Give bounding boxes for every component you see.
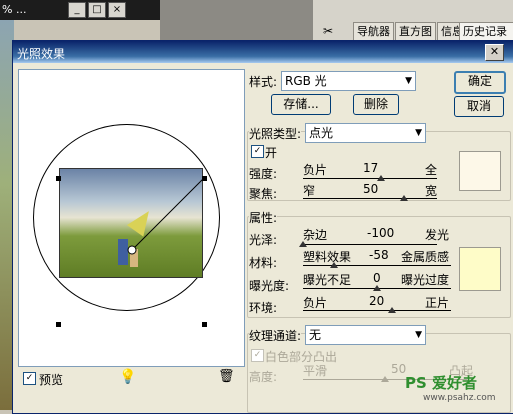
material-max-label: 金属质感	[401, 250, 450, 264]
texture-value: 无	[309, 328, 322, 342]
ellipse-handle-tl[interactable]	[56, 176, 61, 181]
exposure-value: 0	[373, 271, 381, 285]
preview-checkbox[interactable]: ✓	[23, 372, 36, 385]
panel-dock: ✂ 导航器 直方图 信息 历史记录	[313, 0, 513, 42]
maximize-icon[interactable]: □	[88, 2, 106, 18]
texture-dropdown[interactable]: 无 ▼	[305, 325, 426, 345]
save-button[interactable]: 存储...	[271, 94, 331, 115]
ambience-label: 环境:	[249, 301, 278, 315]
height-value: 50	[391, 362, 407, 376]
property-color-swatch[interactable]	[459, 247, 501, 291]
style-value: RGB 光	[285, 74, 327, 88]
focus-label: 聚焦:	[249, 187, 278, 201]
light-on-checkbox[interactable]: ✓	[251, 145, 264, 158]
gloss-slider-track[interactable]	[303, 244, 437, 245]
gloss-label: 光泽:	[249, 233, 278, 247]
minimize-icon[interactable]: _	[68, 2, 86, 18]
ambience-value: 20	[369, 294, 385, 308]
exposure-min-label: 曝光不足	[303, 273, 352, 287]
close-doc-icon[interactable]: ×	[108, 2, 126, 18]
tab-history[interactable]: 历史记录	[459, 22, 513, 41]
ok-button[interactable]: 确定	[454, 71, 506, 94]
document-title-bar: % ... _ □ ×	[0, 0, 160, 20]
properties-label: 属性:	[249, 209, 278, 226]
ellipse-handle-bl[interactable]	[56, 322, 61, 327]
intensity-slider-track[interactable]	[303, 178, 437, 179]
lighting-effects-dialog: 光照效果 ✕ ✓ 预览 💡 🗑 样式: RGB 光 ▼ 存储... 删除 确定 …	[12, 40, 513, 414]
ellipse-handle-br[interactable]	[202, 322, 207, 327]
focus-slider-track[interactable]	[303, 198, 437, 199]
exposure-label: 曝光度:	[249, 279, 290, 293]
focus-slider-thumb[interactable]	[399, 195, 408, 201]
gloss-max-label: 发光	[425, 228, 450, 242]
intensity-value: 17	[363, 161, 379, 175]
intensity-label: 强度:	[249, 167, 278, 181]
chevron-down-icon: ▼	[415, 330, 422, 340]
gloss-value: -100	[367, 226, 395, 240]
intensity-max-label: 全	[425, 163, 438, 177]
ambience-min-label: 负片	[303, 296, 328, 310]
white-high-checkbox[interactable]: ✓	[251, 349, 264, 362]
intensity-min-label: 负片	[303, 163, 328, 177]
material-min-label: 塑料效果	[303, 250, 352, 264]
close-icon[interactable]: ✕	[485, 44, 504, 61]
light-type-value: 点光	[309, 126, 334, 140]
height-label: 高度:	[249, 370, 278, 384]
ellipse-handle-tr[interactable]	[202, 176, 207, 181]
dialog-titlebar[interactable]: 光照效果 ✕	[13, 41, 513, 63]
light-direction-line	[127, 177, 205, 255]
light-type-dropdown[interactable]: 点光 ▼	[305, 123, 426, 143]
style-dropdown[interactable]: RGB 光 ▼	[281, 71, 416, 91]
workspace-background	[160, 0, 313, 40]
material-label: 材料:	[249, 256, 278, 270]
light-on-label: 开	[265, 146, 278, 160]
light-color-swatch[interactable]	[459, 151, 501, 191]
cancel-button[interactable]: 取消	[454, 96, 504, 117]
watermark-url: www.psahz.com	[423, 393, 496, 403]
exposure-slider-thumb[interactable]	[373, 285, 381, 291]
panel-collapse-icon[interactable]: ✂	[317, 24, 339, 40]
texture-label: 纹理通道:	[249, 327, 302, 344]
chevron-down-icon: ▼	[405, 76, 412, 86]
delete-button[interactable]: 删除	[353, 94, 399, 115]
material-value: -58	[369, 248, 389, 262]
dialog-title: 光照效果	[17, 47, 66, 61]
material-slider-thumb[interactable]	[330, 262, 339, 268]
intensity-slider-thumb[interactable]	[376, 175, 385, 181]
ambience-slider-track[interactable]	[303, 310, 451, 311]
gloss-slider-thumb[interactable]	[299, 241, 307, 247]
style-label: 样式:	[249, 75, 278, 89]
document-title: % ...	[2, 3, 27, 16]
ambience-max-label: 正片	[425, 296, 450, 310]
light-type-label: 光照类型:	[249, 125, 302, 142]
focus-max-label: 宽	[425, 184, 438, 198]
chevron-down-icon: ▼	[415, 128, 422, 138]
focus-value: 50	[363, 182, 379, 196]
trash-icon[interactable]: 🗑	[218, 369, 235, 384]
tab-histogram[interactable]: 直方图	[395, 22, 436, 41]
height-min-label: 平滑	[303, 364, 328, 378]
light-bulb-icon[interactable]: 💡	[119, 369, 136, 385]
exposure-max-label: 曝光过度	[401, 273, 450, 287]
focus-min-label: 窄	[303, 184, 316, 198]
tab-navigator[interactable]: 导航器	[353, 22, 394, 41]
watermark-logo: PS 爱好者	[405, 374, 478, 392]
preview-area[interactable]	[18, 69, 245, 367]
ambience-slider-thumb[interactable]	[387, 307, 396, 313]
height-slider-thumb[interactable]	[381, 376, 389, 382]
material-slider-track[interactable]	[303, 265, 451, 266]
preview-label: 预览	[39, 373, 64, 387]
